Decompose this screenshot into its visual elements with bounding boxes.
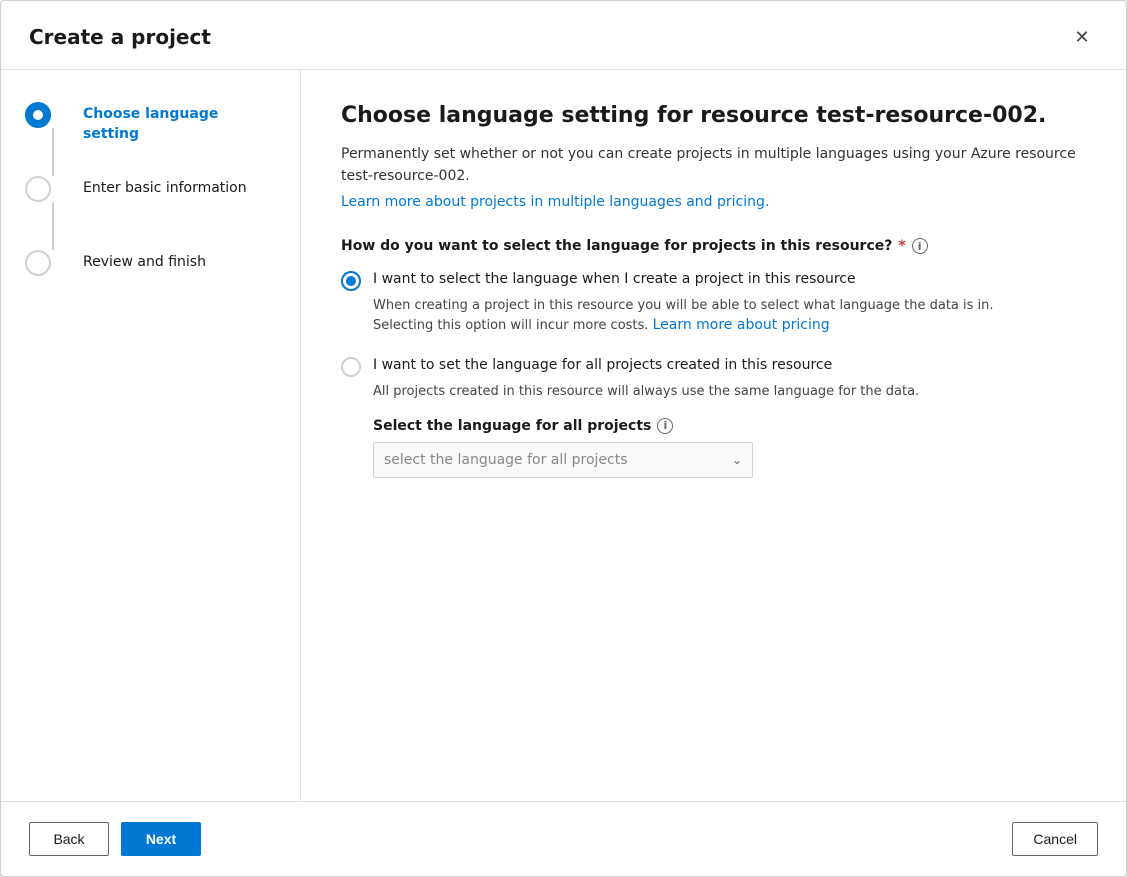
dropdown-arrow-icon: ⌄ [732,453,742,467]
back-button[interactable]: Back [29,822,109,856]
info-icon-question[interactable]: i [912,238,928,254]
dialog-title: Create a project [29,25,211,49]
step-connector-2 [52,202,54,250]
info-icon-language[interactable]: i [657,418,673,434]
language-dropdown[interactable]: select the language for all projects ⌄ [373,442,753,478]
sub-label-language: Select the language for all projects i [373,418,1086,434]
radio-desc-per-project: When creating a project in this resource… [373,296,1086,337]
learn-more-pricing-link[interactable]: Learn more about pricing [653,317,830,333]
radio-option-per-project[interactable]: I want to select the language when I cre… [341,270,1086,336]
required-star: * [898,238,905,254]
dialog-footer: Back Next Cancel [1,801,1126,876]
step-label-language: Choose language setting [83,102,276,144]
language-dropdown-section: Select the language for all projects i s… [373,418,1086,478]
question-label: How do you want to select the language f… [341,238,1086,254]
next-button[interactable]: Next [121,822,201,856]
cancel-button[interactable]: Cancel [1012,822,1098,856]
section-description: Permanently set whether or not you can c… [341,143,1086,188]
radio-content-all-projects: I want to set the language for all proje… [373,356,1086,477]
step-label-review: Review and finish [83,250,206,273]
section-title: Choose language setting for resource tes… [341,102,1086,131]
step-label-basic: Enter basic information [83,176,247,199]
step-circle-basic [25,176,51,202]
dialog-header: Create a project ✕ [1,1,1126,70]
dropdown-placeholder: select the language for all projects [384,452,628,468]
main-content: Choose language setting for resource tes… [301,70,1126,801]
radio-button-per-project[interactable] [341,271,361,291]
radio-content-per-project: I want to select the language when I cre… [373,270,1086,336]
radio-button-all-projects[interactable] [341,357,361,377]
radio-desc-line1: When creating a project in this resource… [373,298,994,313]
radio-title-per-project: I want to select the language when I cre… [373,270,1086,290]
learn-more-languages-link[interactable]: Learn more about projects in multiple la… [341,194,769,210]
create-project-dialog: Create a project ✕ Choose language setti… [0,0,1127,877]
step-circle-review [25,250,51,276]
step-connector-1 [52,128,54,176]
radio-title-all-projects: I want to set the language for all proje… [373,356,1086,376]
sidebar: Choose language setting Enter basic info… [1,70,301,801]
close-icon: ✕ [1074,27,1089,48]
dialog-body: Choose language setting Enter basic info… [1,70,1126,801]
sidebar-item-review[interactable]: Review and finish [25,250,276,276]
sidebar-item-choose-language[interactable]: Choose language setting [25,102,276,176]
radio-desc-all-projects: All projects created in this resource wi… [373,382,1086,402]
radio-option-all-projects[interactable]: I want to set the language for all proje… [341,356,1086,477]
sidebar-item-basic-info[interactable]: Enter basic information [25,176,276,250]
radio-desc-line2: Selecting this option will incur more co… [373,318,648,333]
close-button[interactable]: ✕ [1066,21,1098,53]
question-text: How do you want to select the language f… [341,238,892,254]
sub-label-text: Select the language for all projects [373,418,651,434]
step-circle-language [25,102,51,128]
